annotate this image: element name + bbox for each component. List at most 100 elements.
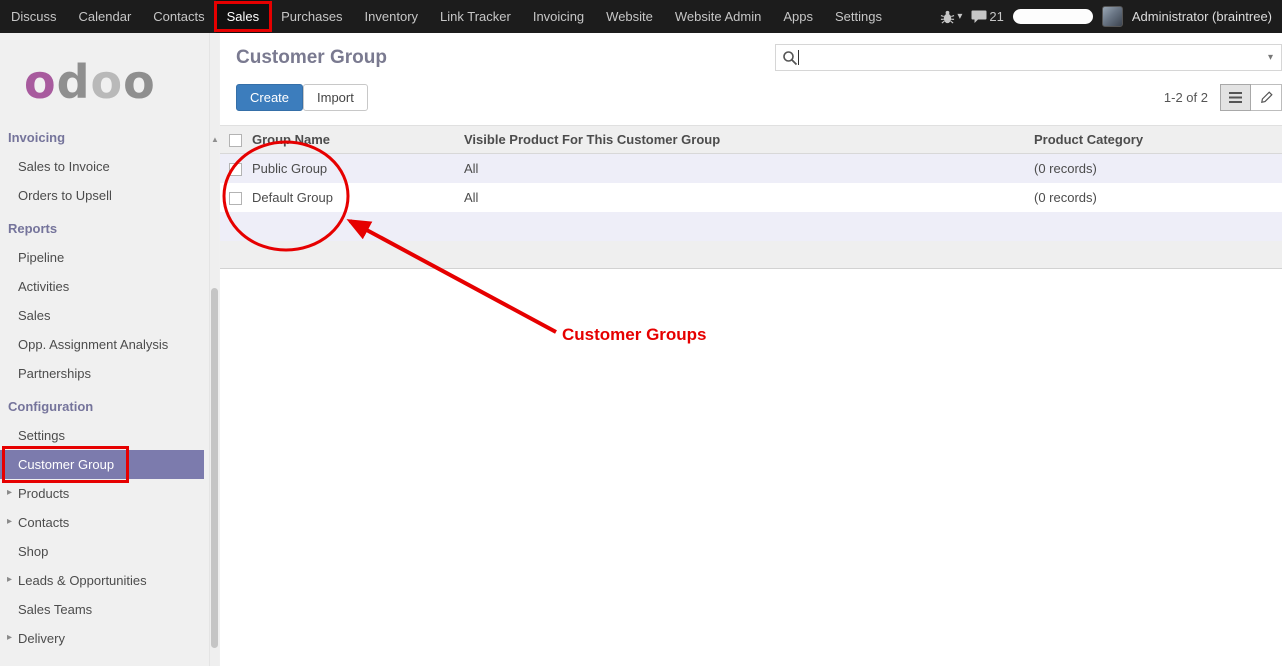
create-button[interactable]: Create: [236, 84, 303, 111]
odoo-backend: { "topbar": { "menus": [ {"label": "Disc…: [0, 0, 1282, 666]
sidebar-item-leads-opportunities[interactable]: ▸ Leads & Opportunities: [0, 566, 204, 595]
topbar-menu-website[interactable]: Website: [595, 0, 664, 33]
sidebar-item-settings[interactable]: Settings: [0, 421, 204, 450]
topbar-menu-discuss[interactable]: Discuss: [0, 0, 68, 33]
list-footer-row: [220, 241, 1282, 269]
sidebar: odoo Invoicing Sales to Invoice Orders t…: [0, 33, 220, 666]
select-all-checkbox[interactable]: [229, 134, 242, 147]
sidebar-item-orders-to-upsell[interactable]: Orders to Upsell: [0, 181, 204, 210]
empty-row: [220, 212, 1282, 241]
sidebar-item-activities[interactable]: Activities: [0, 272, 204, 301]
chevron-right-icon[interactable]: ▸: [7, 487, 12, 498]
edit-pencil-icon: [1260, 91, 1273, 104]
sidebar-item-opp-assignment-analysis[interactable]: Opp. Assignment Analysis: [0, 330, 204, 359]
sidebar-item-products[interactable]: ▸ Products: [0, 479, 204, 508]
sidebar-item-partnerships[interactable]: Partnerships: [0, 359, 204, 388]
sidebar-item-products-label: Products: [18, 486, 69, 501]
search-input[interactable]: [799, 45, 1260, 70]
timer-widget[interactable]: [1013, 9, 1093, 24]
messages-indicator[interactable]: 21: [971, 9, 1003, 24]
topbar-menu-invoicing[interactable]: Invoicing: [522, 0, 595, 33]
sidebar-section-configuration: Configuration: [0, 388, 204, 421]
scrollbar-up-icon[interactable]: ▲: [211, 135, 219, 144]
sidebar-item-sales-teams[interactable]: Sales Teams: [0, 595, 204, 624]
cell-visible-product: All: [458, 183, 1028, 212]
sidebar-item-pipeline[interactable]: Pipeline: [0, 243, 204, 272]
annotation-label: Customer Groups: [562, 325, 707, 345]
cell-group-name: Default Group: [246, 183, 458, 212]
sidebar-section-reports: Reports: [0, 210, 204, 243]
chevron-right-icon[interactable]: ▸: [7, 574, 12, 585]
sidebar-item-sales-to-invoice[interactable]: Sales to Invoice: [0, 152, 204, 181]
list-header-row: Group Name Visible Product For This Cust…: [220, 126, 1282, 154]
column-visible-product[interactable]: Visible Product For This Customer Group: [458, 126, 1028, 154]
sidebar-menu: Invoicing Sales to Invoice Orders to Ups…: [0, 119, 204, 653]
empty-cell: [220, 212, 1282, 241]
sidebar-scrollbar-thumb[interactable]: [211, 288, 218, 648]
user-menu[interactable]: Administrator (braintree): [1132, 9, 1272, 24]
topbar-menu-calendar[interactable]: Calendar: [68, 0, 143, 33]
sidebar-section-invoicing: Invoicing: [0, 119, 204, 152]
topbar-menu-website-admin[interactable]: Website Admin: [664, 0, 772, 33]
topbar-menu-link-tracker[interactable]: Link Tracker: [429, 0, 522, 33]
row-checkbox-cell: [220, 183, 246, 212]
table-row[interactable]: Public Group All (0 records): [220, 154, 1282, 183]
cell-group-name: Public Group: [246, 154, 458, 183]
header-checkbox-cell: [220, 126, 246, 154]
sidebar-item-contacts-label: Contacts: [18, 515, 69, 530]
sidebar-item-shop[interactable]: Shop: [0, 537, 204, 566]
list-view-button[interactable]: [1220, 84, 1251, 111]
search-icon: [782, 50, 798, 66]
customer-group-list: Group Name Visible Product For This Cust…: [220, 125, 1282, 269]
sidebar-item-customer-group-label: Customer Group: [18, 457, 114, 472]
cell-visible-product: All: [458, 154, 1028, 183]
sidebar-scrollbar[interactable]: ▲: [209, 33, 219, 666]
topbar: Discuss Calendar Contacts Sales Purchase…: [0, 0, 1282, 33]
cell-product-category: (0 records): [1028, 154, 1282, 183]
topbar-menu-settings[interactable]: Settings: [824, 0, 893, 33]
logo-letter: o: [123, 55, 156, 109]
bug-icon: [940, 9, 955, 24]
form-view-button[interactable]: [1251, 84, 1282, 111]
logo-letter: o: [91, 55, 124, 109]
message-count: 21: [989, 9, 1003, 24]
search-dropdown-icon[interactable]: ▾: [1260, 52, 1281, 63]
sidebar-item-leads-opportunities-label: Leads & Opportunities: [18, 573, 147, 588]
topbar-menu-contacts[interactable]: Contacts: [142, 0, 215, 33]
view-switcher: [1220, 84, 1282, 111]
main-layout: odoo Invoicing Sales to Invoice Orders t…: [0, 33, 1282, 666]
debug-caret-icon[interactable]: ▾: [957, 11, 962, 22]
control-panel: Customer Group ▾ Create Import 1-2 of 2: [220, 33, 1282, 125]
chevron-right-icon[interactable]: ▸: [7, 632, 12, 643]
sidebar-item-customer-group[interactable]: Customer Group: [0, 450, 204, 479]
pager[interactable]: 1-2 of 2: [1164, 90, 1208, 105]
search-bar[interactable]: ▾: [775, 44, 1282, 71]
odoo-logo: odoo: [0, 33, 220, 119]
topbar-menu-apps[interactable]: Apps: [772, 0, 824, 33]
sidebar-item-delivery-label: Delivery: [18, 631, 65, 646]
row-checkbox[interactable]: [229, 192, 242, 205]
avatar[interactable]: [1102, 6, 1123, 27]
logo-letter: o: [24, 55, 57, 109]
content: Customer Group ▾ Create Import 1-2 of 2: [220, 33, 1282, 666]
logo-letter: d: [57, 55, 91, 109]
footer-cell: [220, 241, 1282, 269]
page-title: Customer Group: [236, 47, 387, 69]
topbar-menu-sales-label: Sales: [227, 9, 260, 24]
sidebar-item-delivery[interactable]: ▸ Delivery: [0, 624, 204, 653]
topbar-right: ▾ 21 Administrator (braintree): [940, 0, 1282, 33]
table-row[interactable]: Default Group All (0 records): [220, 183, 1282, 212]
cell-product-category: (0 records): [1028, 183, 1282, 212]
row-checkbox[interactable]: [229, 163, 242, 176]
import-button[interactable]: Import: [303, 84, 368, 111]
column-group-name[interactable]: Group Name: [246, 126, 458, 154]
topbar-menu-inventory[interactable]: Inventory: [354, 0, 429, 33]
chevron-right-icon[interactable]: ▸: [7, 516, 12, 527]
topbar-menu-purchases[interactable]: Purchases: [270, 0, 353, 33]
list-view-icon: [1229, 92, 1242, 103]
sidebar-item-sales[interactable]: Sales: [0, 301, 204, 330]
sidebar-item-contacts[interactable]: ▸ Contacts: [0, 508, 204, 537]
column-product-category[interactable]: Product Category: [1028, 126, 1282, 154]
topbar-menu-sales[interactable]: Sales: [216, 0, 271, 33]
debug-bug-icon[interactable]: ▾: [940, 9, 962, 24]
